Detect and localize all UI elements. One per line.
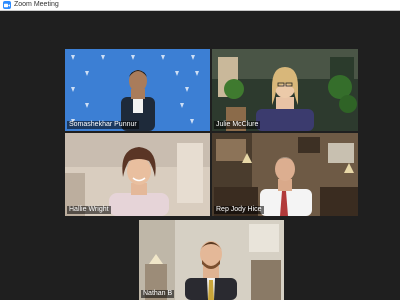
blue-branded-background	[65, 49, 210, 131]
window-title: Zoom Meeting	[14, 1, 59, 8]
living-room-background	[212, 49, 358, 131]
participant-video-tile[interactable]: Somashekhar Punnur	[65, 49, 210, 131]
gallery-view: Somashekhar Punnur Julie McClure Hallie …	[0, 11, 400, 300]
participant-video-tile[interactable]: Nathan B	[139, 220, 284, 300]
participant-name-label: Rep Jody Hice	[214, 206, 264, 214]
participant-name-label: Nathan B	[141, 290, 175, 298]
participant-video-tile[interactable]: Hallie Wright	[65, 133, 210, 216]
participant-video-tile-active-speaker[interactable]: Julie McClure	[212, 49, 358, 131]
bright-room-background	[65, 133, 210, 216]
video-camera-icon	[3, 1, 11, 9]
participant-video-tile[interactable]: Rep Jody Hice	[212, 133, 358, 216]
window-titlebar: Zoom Meeting	[0, 0, 400, 11]
office-background	[212, 133, 358, 216]
participant-name-label: Julie McClure	[214, 121, 261, 129]
home-office-background	[139, 220, 284, 300]
participant-name-label: Hallie Wright	[67, 206, 111, 214]
participant-name-label: Somashekhar Punnur	[67, 121, 139, 129]
